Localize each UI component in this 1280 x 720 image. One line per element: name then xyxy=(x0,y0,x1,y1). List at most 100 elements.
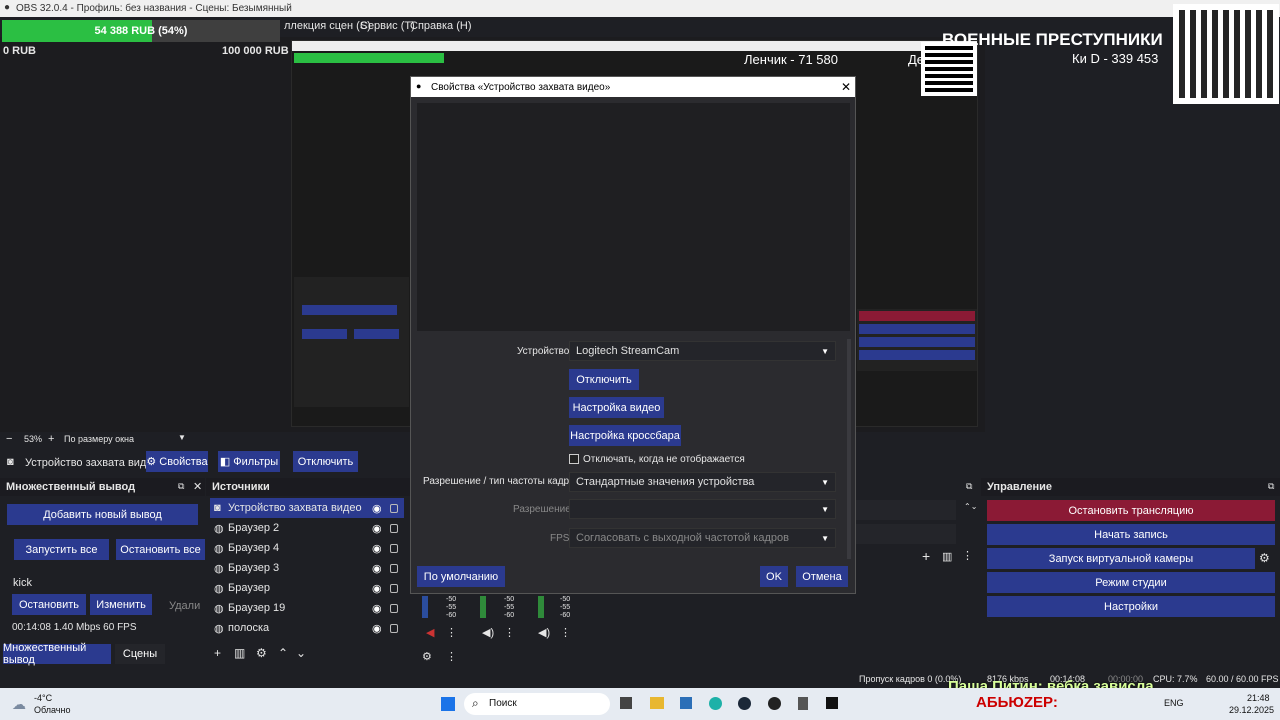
cancel-button[interactable]: Отмена xyxy=(796,566,848,587)
close-icon[interactable]: ✕ xyxy=(193,480,202,493)
taskbar-search[interactable]: ⌕ Поиск xyxy=(464,693,610,715)
eye-icon[interactable]: ◉ xyxy=(372,502,382,515)
folder-icon[interactable] xyxy=(650,697,664,709)
menu-item-collection[interactable]: ллекция сцен (S) xyxy=(284,20,371,32)
deactivate-button[interactable]: Отключить xyxy=(569,369,639,390)
float-icon[interactable]: ⧉ xyxy=(966,481,972,492)
crossbar-config-button[interactable]: Настройка кроссбара xyxy=(569,425,681,446)
lock-icon[interactable] xyxy=(389,523,398,533)
eye-icon[interactable]: ◉ xyxy=(372,582,382,595)
app-icon[interactable] xyxy=(798,697,808,710)
zoom-out-icon[interactable]: − xyxy=(6,433,12,445)
list-item[interactable]: ◙ Устройство захвата видео ◉ xyxy=(214,498,404,518)
obs-taskbar-icon[interactable] xyxy=(768,697,781,710)
lock-icon[interactable] xyxy=(389,583,398,593)
defaults-button[interactable]: По умолчанию xyxy=(417,566,505,587)
resolution-select[interactable]: ▼ xyxy=(569,499,836,519)
eye-icon[interactable]: ◉ xyxy=(372,602,382,615)
globe-icon: ◍ xyxy=(214,562,224,575)
mixer-settings-icon[interactable]: ⚙ xyxy=(422,650,432,663)
trash-icon[interactable]: ▥ xyxy=(234,646,245,660)
globe-icon: ◍ xyxy=(214,522,224,535)
window-title: OBS 32.0.4 - Профиль: без названия - Сце… xyxy=(16,3,292,14)
list-item[interactable]: ◍ Браузер ◉ xyxy=(214,578,404,598)
add-icon[interactable]: + xyxy=(214,646,221,660)
menu-dots-icon[interactable]: ⋮ xyxy=(504,626,515,639)
disable-button[interactable]: Отключить xyxy=(293,451,358,472)
speaker-icon[interactable]: ◀) xyxy=(538,626,550,639)
tab-multi-output[interactable]: Множественный вывод xyxy=(3,642,111,666)
menu-item-help[interactable]: Справка (H) xyxy=(410,20,471,32)
donation-min: 0 RUB xyxy=(3,45,37,57)
lock-icon[interactable] xyxy=(389,603,398,613)
edge-icon[interactable] xyxy=(709,697,722,710)
list-item[interactable]: ◍ полоска ◉ xyxy=(214,618,404,638)
tab-scenes[interactable]: Сцены xyxy=(115,644,165,664)
float-icon[interactable]: ⧉ xyxy=(178,481,184,492)
add-output-button[interactable]: Добавить новый вывод xyxy=(7,504,198,525)
gear-icon[interactable]: ⚙ xyxy=(256,646,267,660)
lock-icon[interactable] xyxy=(389,503,398,513)
list-item[interactable]: ◍ Браузер 2 ◉ xyxy=(214,518,404,538)
menu-item-tools[interactable]: Сервис (T) xyxy=(360,20,415,32)
device-select[interactable]: Logitech StreamCam ▼ xyxy=(569,341,836,361)
steam-icon[interactable] xyxy=(738,697,751,710)
eye-icon[interactable]: ◉ xyxy=(372,622,382,635)
eye-icon[interactable]: ◉ xyxy=(372,522,382,535)
zoom-fit[interactable]: По размеру окна xyxy=(64,434,134,444)
weather-icon[interactable]: ☁ xyxy=(12,696,26,713)
eye-icon[interactable]: ◉ xyxy=(372,562,382,575)
stop-stream-button[interactable]: Остановить трансляцию xyxy=(987,500,1275,521)
eye-icon[interactable]: ◉ xyxy=(372,542,382,555)
speaker-icon[interactable]: ◀) xyxy=(482,626,494,639)
lock-icon[interactable] xyxy=(389,623,398,633)
language-indicator[interactable]: ENG xyxy=(1164,698,1184,708)
trash-icon[interactable]: ▥ xyxy=(942,550,952,563)
transition-select[interactable] xyxy=(856,500,956,520)
scrollbar[interactable] xyxy=(847,339,851,559)
lock-icon[interactable] xyxy=(389,563,398,573)
add-icon[interactable]: + xyxy=(922,548,930,564)
mute-icon[interactable]: ◀ xyxy=(426,626,434,639)
fps-select[interactable]: Согласовать с выходной частотой кадров ▼ xyxy=(569,528,836,548)
menu-dots-icon[interactable]: ⋮ xyxy=(560,626,571,639)
properties-button[interactable]: ⚙ Свойства xyxy=(146,451,208,472)
video-config-button[interactable]: Настройка видео xyxy=(569,397,664,418)
settings-button[interactable]: Настройки xyxy=(987,596,1275,617)
duration-field[interactable] xyxy=(856,524,956,544)
list-item[interactable]: ◍ Браузер 19 ◉ xyxy=(214,598,404,618)
zoom-in-icon[interactable]: + xyxy=(48,433,54,445)
spin-icon[interactable]: ⌃⌄ xyxy=(964,502,977,511)
menu-dots-icon[interactable]: ⋮ xyxy=(446,650,457,663)
stop-all-button[interactable]: Остановить все xyxy=(116,539,205,560)
chevron-down-icon[interactable]: ⌄ xyxy=(296,646,306,660)
start-record-button[interactable]: Начать запись xyxy=(987,524,1275,545)
menu-dots-icon[interactable]: ⋮ xyxy=(962,549,973,562)
db-scale: -50 -55 -60 xyxy=(504,596,515,619)
float-icon[interactable]: ⧉ xyxy=(1268,481,1274,492)
hide-checkbox[interactable] xyxy=(569,454,579,464)
app-icon[interactable] xyxy=(826,697,838,709)
edit-output-button[interactable]: Изменить xyxy=(90,594,152,615)
start-all-button[interactable]: Запустить все xyxy=(14,539,109,560)
chevron-down-icon[interactable]: ▼ xyxy=(178,433,186,442)
brand-overlay: АБЬЮZЕР: xyxy=(976,694,1058,711)
delete-output-button[interactable]: Удали xyxy=(169,600,200,612)
context-source-name: Устройство захвата видео xyxy=(25,457,159,469)
menu-dots-icon[interactable]: ⋮ xyxy=(446,626,457,639)
virtual-camera-button[interactable]: Запуск виртуальной камеры xyxy=(987,548,1255,569)
task-view-icon[interactable] xyxy=(620,697,632,709)
res-type-select[interactable]: Стандартные значения устройства ▼ xyxy=(569,472,836,492)
stop-output-button[interactable]: Остановить xyxy=(12,594,86,615)
chevron-up-icon[interactable]: ⌃ xyxy=(278,646,288,660)
list-item[interactable]: ◍ Браузер 4 ◉ xyxy=(214,538,404,558)
windows-start-icon[interactable] xyxy=(441,697,455,711)
studio-mode-button[interactable]: Режим студии xyxy=(987,572,1275,593)
lock-icon[interactable] xyxy=(389,543,398,553)
close-icon[interactable]: ✕ xyxy=(841,80,851,94)
filters-button[interactable]: ◧ Фильтры xyxy=(218,451,280,472)
gear-icon[interactable]: ⚙ xyxy=(1259,551,1270,565)
ok-button[interactable]: OK xyxy=(760,566,788,587)
store-icon[interactable] xyxy=(680,697,692,709)
list-item[interactable]: ◍ Браузер 3 ◉ xyxy=(214,558,404,578)
